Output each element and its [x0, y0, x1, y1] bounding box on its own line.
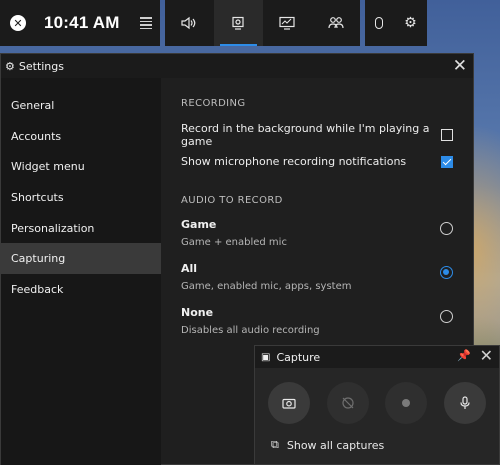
record-last-icon	[342, 397, 354, 409]
gallery-icon: ⧉	[271, 438, 279, 451]
nav-item-accounts[interactable]: Accounts	[1, 121, 161, 152]
nav-item-feedback[interactable]: Feedback	[1, 274, 161, 305]
nav-item-personalization[interactable]: Personalization	[1, 213, 161, 244]
background-recording-checkbox[interactable]	[441, 128, 453, 141]
capture-title: Capture	[276, 350, 321, 364]
microphone-button[interactable]	[443, 382, 486, 424]
settings-title: Settings	[18, 59, 64, 73]
widget-menu-icon[interactable]	[139, 17, 152, 29]
capture-icon: ▣	[261, 351, 271, 363]
capture-controls	[255, 368, 499, 424]
mic-notifications-row: Show microphone recording notifications	[181, 148, 453, 175]
settings-nav: General Accounts Widget menu Shortcuts P…	[1, 78, 161, 465]
audio-option-name: None	[181, 306, 214, 319]
recording-section-title: RECORDING	[181, 98, 246, 109]
mic-notifications-label: Show microphone recording notifications	[181, 155, 407, 168]
mic-notifications-checkbox[interactable]	[441, 155, 453, 168]
speaker-icon	[181, 16, 196, 30]
audio-option-desc: Game + enabled mic	[181, 237, 287, 248]
settings-titlebar: ⚙ Settings	[1, 54, 473, 78]
audio-option-desc: Game, enabled mic, apps, system	[181, 281, 352, 292]
start-recording-button[interactable]	[385, 382, 428, 424]
close-icon[interactable]: ✕	[480, 346, 493, 365]
background-recording-row: Record in the background while I'm playi…	[181, 121, 453, 148]
microphone-icon	[460, 396, 470, 409]
widget-toolbar	[165, 0, 360, 46]
game-bar: ✕ 10:41 AM ⚙	[0, 0, 427, 46]
game-bar-extras: ⚙	[365, 0, 427, 46]
performance-widget-button[interactable]	[263, 0, 312, 46]
audio-game-radio[interactable]	[440, 222, 453, 235]
audio-option-name: All	[181, 262, 198, 275]
capture-widget-button[interactable]	[213, 0, 263, 46]
audio-option-all[interactable]: All Game, enabled mic, apps, system	[181, 262, 453, 306]
audio-option-name: Game	[181, 218, 217, 231]
show-all-captures-label: Show all captures	[286, 438, 385, 452]
record-dot-icon	[402, 399, 411, 407]
audio-all-radio[interactable]	[440, 266, 453, 279]
audio-widget-button[interactable]	[165, 0, 214, 46]
nav-item-capturing[interactable]: Capturing	[1, 243, 161, 275]
game-bar-home: ✕ 10:41 AM	[0, 0, 160, 46]
audio-option-desc: Disables all audio recording	[181, 325, 320, 336]
nav-item-general[interactable]: General	[1, 90, 161, 121]
capture-widget: ▣ Capture 📌 ✕ ⧉ Show all captures	[254, 345, 500, 465]
audio-section-title: AUDIO TO RECORD	[181, 195, 283, 206]
mouse-icon[interactable]	[375, 17, 384, 29]
audio-option-none[interactable]: None Disables all audio recording	[181, 306, 453, 350]
show-all-captures-link[interactable]: ⧉ Show all captures	[255, 424, 499, 452]
people-icon	[328, 17, 344, 29]
nav-item-shortcuts[interactable]: Shortcuts	[1, 182, 161, 213]
background-recording-label: Record in the background while I'm playi…	[181, 121, 430, 148]
record-last-button[interactable]	[326, 382, 369, 424]
capture-icon	[232, 16, 244, 30]
close-icon[interactable]: ✕	[453, 56, 467, 76]
gear-icon: ⚙	[5, 59, 15, 73]
audio-none-radio[interactable]	[440, 310, 453, 323]
screenshot-button[interactable]	[268, 382, 310, 424]
monitor-icon	[279, 16, 295, 30]
nav-item-widget-menu[interactable]: Widget menu	[1, 151, 161, 182]
camera-icon	[282, 398, 296, 409]
pin-icon[interactable]: 📌	[457, 349, 471, 362]
audio-option-game[interactable]: Game Game + enabled mic	[181, 218, 453, 262]
social-widget-button[interactable]	[311, 0, 360, 46]
xbox-icon[interactable]: ✕	[10, 15, 26, 31]
clock: 10:41 AM	[44, 13, 120, 32]
gear-icon[interactable]: ⚙	[404, 15, 417, 31]
